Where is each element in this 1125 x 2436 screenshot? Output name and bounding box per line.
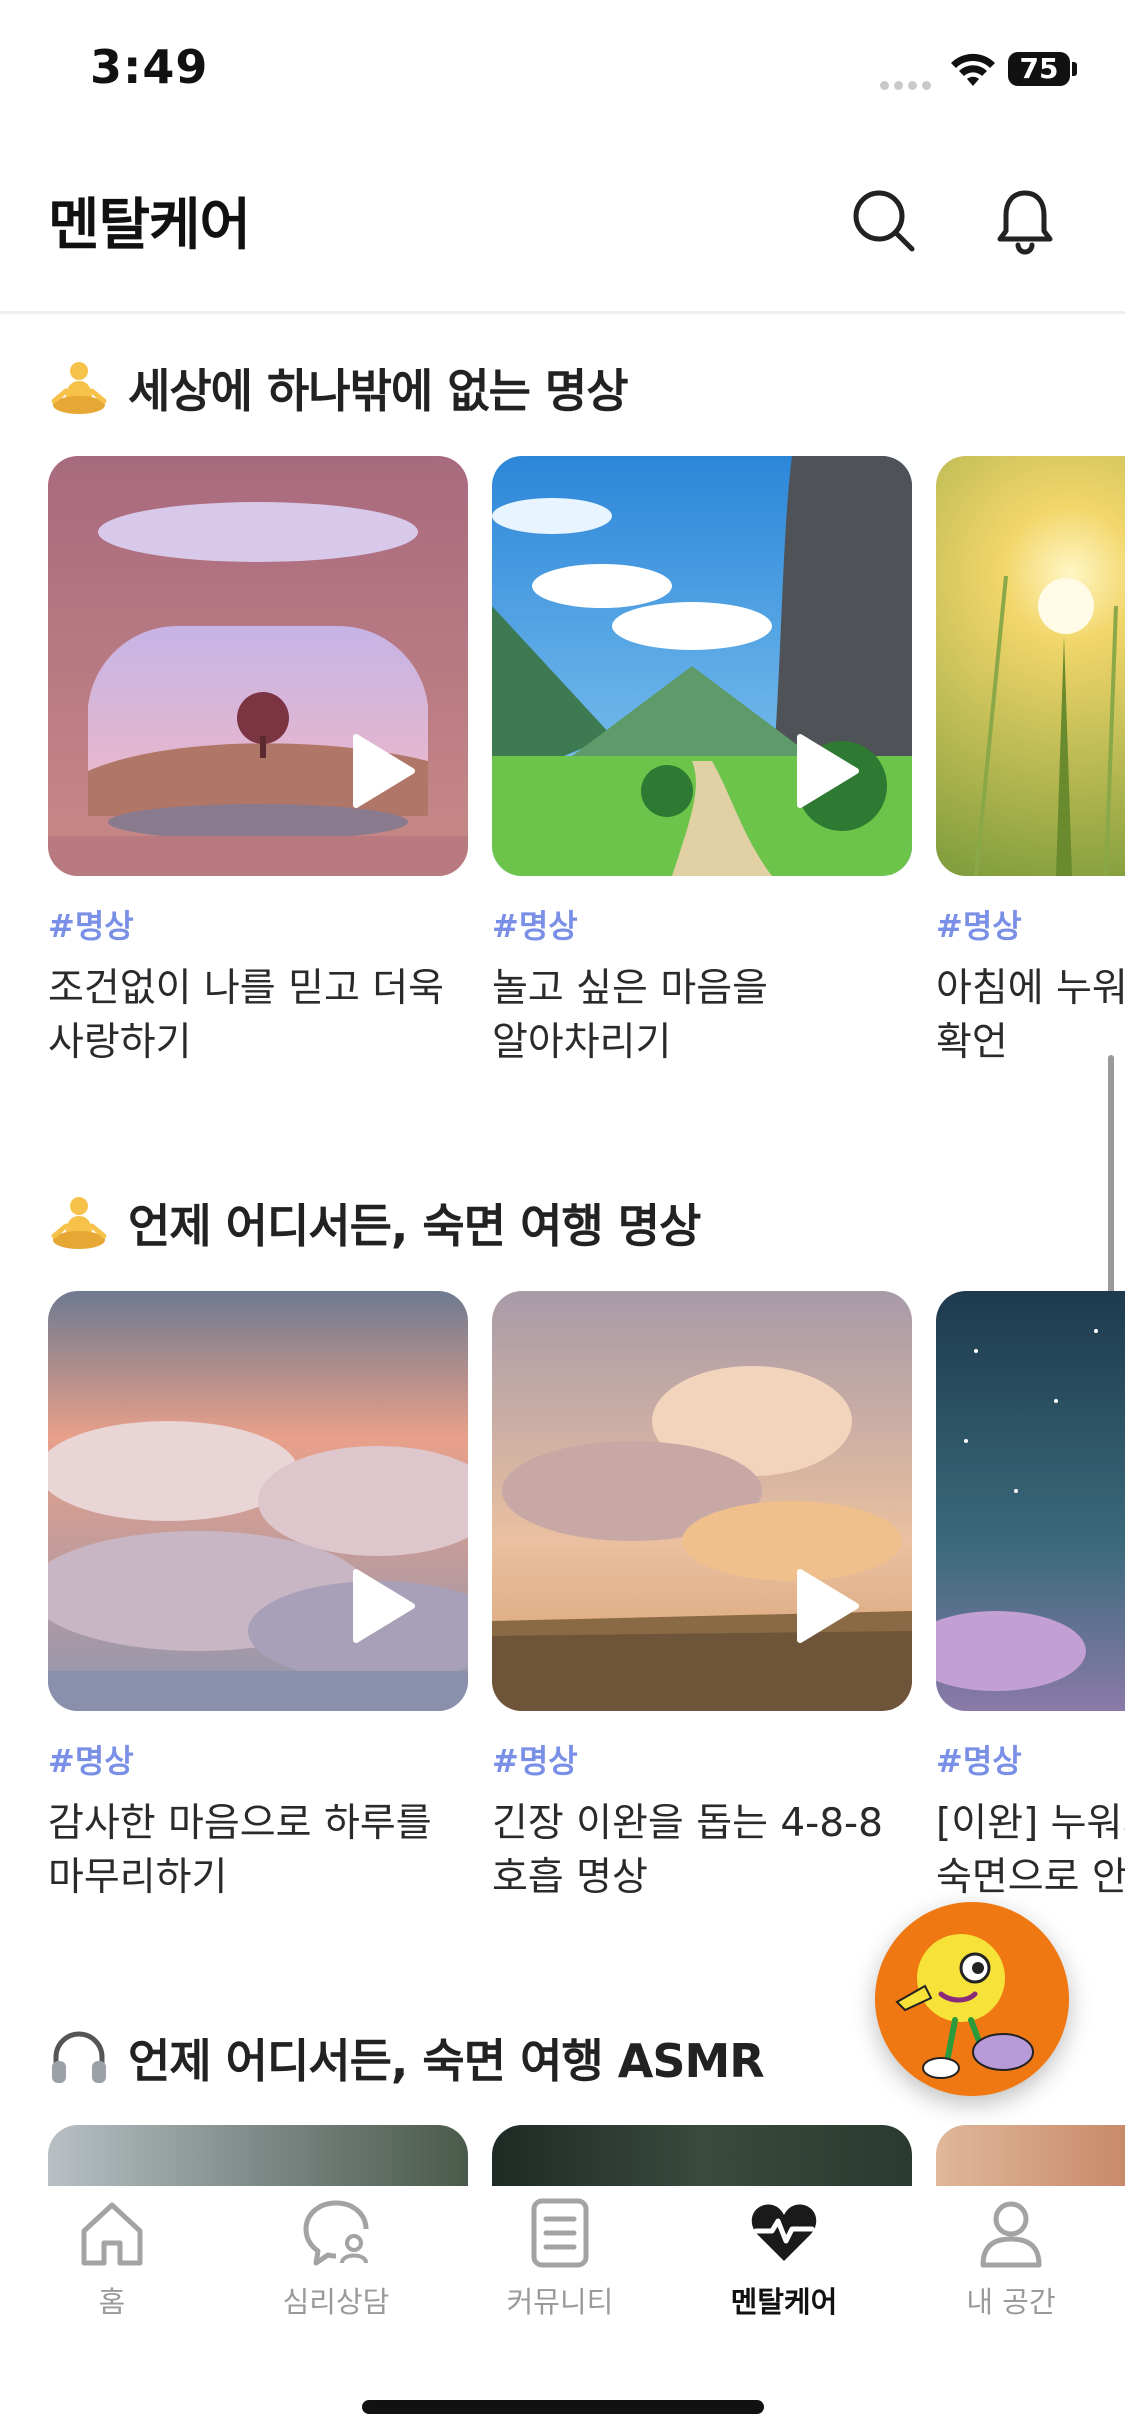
headphones-emoji-icon [52,2031,106,2083]
page-title: 멘탈케어 [48,193,251,258]
card-thumbnail [492,456,912,876]
person-icon [980,2201,1042,2268]
card-tag: #명상 [936,907,1022,945]
card-title-line1: 아침에 누워 [936,966,1125,1011]
section-title-text: 세상에 하나밖에 없는 명상 [128,364,629,418]
card-thumbnail [492,1291,912,1711]
section-title-text: 언제 어디서든, 숙면 여행 명상 [128,1199,701,1253]
meditation-card[interactable]: #명상 조건없이 나를 믿고 더욱 사랑하기 [48,456,468,1065]
tab-community[interactable]: 커뮤니티 [470,2195,650,2321]
asmr-card-thumbnail[interactable] [492,2125,912,2186]
wifi-icon [951,53,995,86]
home-indicator [362,2400,764,2414]
card-thumbnail [936,1291,1125,1711]
bell-icon[interactable] [990,185,1060,255]
play-icon[interactable] [792,1566,862,1646]
tab-mentalcare[interactable]: 멘탈케어 [694,2195,874,2321]
card-thumbnail [28,1291,508,1711]
card-title-line1: 감사한 마음으로 하루를 [48,1801,432,1846]
card-tag: #명상 [936,1742,1022,1780]
header-divider [0,311,1125,314]
card-title-line2: 확언 [936,1020,1008,1065]
card-tag: #명상 [492,907,578,945]
section-title-text: 언제 어디서든, 숙면 여행 ASMR [128,2034,765,2088]
asmr-card-thumbnail[interactable] [936,2125,1125,2186]
section-title-sleep-asmr: 언제 어디서든, 숙면 여행 ASMR [48,2025,765,2091]
card-tag: #명상 [48,1742,134,1780]
card-thumbnail [936,456,1125,877]
meditation-card[interactable]: #명상 감사한 마음으로 하루를 마무리하기 [28,1291,508,1900]
battery-indicator: 75 [1008,52,1070,86]
card-title-line2: 사랑하기 [48,1020,192,1065]
chat-counsel-icon [303,2200,369,2266]
play-icon[interactable] [792,731,862,811]
character-mascot-icon [895,1934,1034,2079]
card-title-line1: 조건없이 나를 믿고 더욱 [48,966,444,1011]
meditation-card[interactable]: #명상 [이완] 누워서 숙면으로 안 [936,1291,1125,1911]
search-icon[interactable] [848,185,918,255]
tab-label: 커뮤니티 [506,2285,614,2319]
card-title-line2: 알아차리기 [492,1020,672,1065]
card-title-line1: 놀고 싶은 마음을 [492,966,768,1011]
tab-label: 홈 [98,2285,126,2319]
tab-my-space[interactable]: 내 공간 [921,2195,1101,2321]
card-title-line2: 숙면으로 안 [936,1855,1125,1900]
tab-home[interactable]: 홈 [22,2195,202,2321]
tab-label: 멘탈케어 [730,2285,838,2319]
character-chat-button[interactable] [875,1902,1069,2096]
section-title-meditation: 세상에 하나밖에 없는 명상 [48,355,629,421]
play-icon[interactable] [348,1566,418,1646]
heart-pulse-icon [751,2204,817,2261]
home-icon [81,2202,143,2266]
card-title-line1: 긴장 이완을 돕는 4-8-8 [492,1801,883,1846]
asmr-card-thumbnail[interactable] [48,2125,468,2186]
meditation-card[interactable]: #명상 아침에 누워 확언 [936,456,1125,1076]
card-thumbnail [48,456,468,876]
card-title-line1: [이완] 누워서 [936,1801,1125,1846]
battery-cap [1072,62,1077,76]
meditation-emoji-icon [51,1197,107,1249]
play-icon[interactable] [348,731,418,811]
card-title-line2: 호흡 명상 [492,1855,648,1900]
card-tag: #명상 [48,907,134,945]
cellular-signal-icon [880,75,936,90]
card-title-line2: 마무리하기 [48,1855,228,1900]
tab-counseling[interactable]: 심리상담 [246,2195,426,2321]
document-icon [531,2198,589,2268]
card-tag: #명상 [492,1742,578,1780]
meditation-emoji-icon [51,362,107,414]
section-title-sleep-meditation: 언제 어디서든, 숙면 여행 명상 [48,1190,701,1256]
meditation-card[interactable]: #명상 긴장 이완을 돕는 4-8-8 호흡 명상 [492,1291,912,1900]
status-time: 3:49 [90,40,209,94]
meditation-card[interactable]: #명상 놀고 싶은 마음을 알아차리기 [492,456,912,1065]
tab-label: 심리상담 [282,2285,390,2319]
tab-label: 내 공간 [966,2285,1056,2319]
